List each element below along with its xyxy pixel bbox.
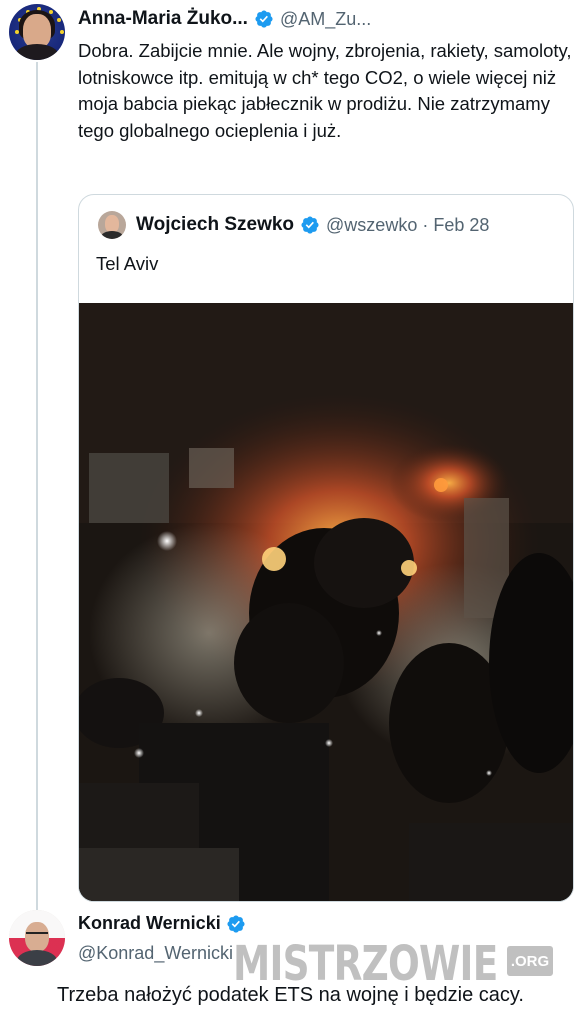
- quoted-tweet-header: Wojciech Szewko @wszewko · Feb 28: [98, 211, 489, 239]
- verified-badge-icon: [301, 216, 319, 234]
- author-avatar[interactable]: [9, 4, 65, 60]
- verified-badge-icon: [255, 10, 273, 28]
- commenter-handle[interactable]: @Konrad_Wernicki: [78, 943, 233, 964]
- fire-scene-image: [79, 303, 573, 901]
- quoted-author-name: Wojciech Szewko: [136, 214, 295, 235]
- thread-connector-line: [36, 62, 38, 910]
- tweet-header: Anna-Maria Żuko... @AM_Zu...: [78, 7, 371, 31]
- quoted-tweet-card[interactable]: Wojciech Szewko @wszewko · Feb 28 Tel Av…: [78, 194, 574, 902]
- quoted-tweet-date: Feb 28: [433, 214, 490, 235]
- quoted-author-handle: @wszewko: [326, 214, 418, 235]
- quoted-tweet-text: Tel Aviv: [96, 253, 159, 274]
- caption-text: Trzeba nałożyć podatek ETS na wojnę i bę…: [57, 984, 524, 1006]
- tweet-text: Dobra. Zabijcie mnie. Ale wojny, zbrojen…: [78, 40, 572, 141]
- dot-separator: ·: [422, 214, 429, 235]
- commenter-header: Konrad Wernicki: [78, 913, 252, 934]
- quoted-author-avatar: [98, 211, 126, 239]
- commenter-name[interactable]: Konrad Wernicki: [78, 913, 221, 934]
- watermark-badge: .ORG: [507, 946, 553, 976]
- author-handle[interactable]: @AM_Zu...: [280, 9, 371, 30]
- verified-badge-icon: [227, 914, 245, 933]
- commenter-avatar[interactable]: [9, 910, 65, 966]
- video-thumbnail[interactable]: [79, 303, 573, 901]
- author-name[interactable]: Anna-Maria Żuko...: [78, 8, 248, 30]
